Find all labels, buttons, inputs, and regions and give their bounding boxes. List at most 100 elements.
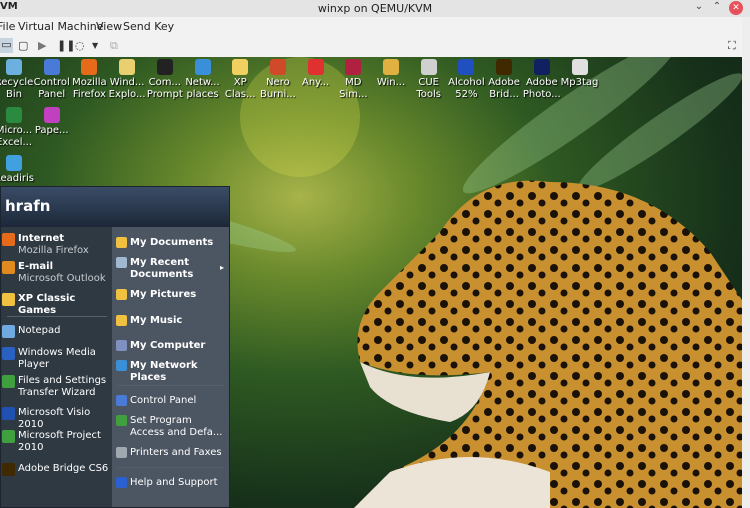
start-place-item[interactable]: Control Panel: [116, 395, 228, 407]
power-icon[interactable]: ◌: [75, 39, 85, 52]
item-label: Adobe Bridge CS6: [18, 463, 109, 474]
desktop-icon-image: [119, 59, 136, 75]
title-bar: VM winxp on QEMU/KVM ⌄ ⌃ ✕: [0, 0, 750, 17]
maximize-button[interactable]: ⌃: [710, 1, 724, 12]
desktop-icon-image: [6, 155, 22, 171]
menu-view[interactable]: View: [96, 20, 122, 33]
submenu-arrow-icon: ▸: [219, 263, 224, 272]
item-label: Places: [130, 372, 167, 383]
place-icon: [116, 477, 127, 488]
start-place-item[interactable]: My Music: [116, 315, 228, 327]
start-place-item[interactable]: Printers and Faxes: [116, 447, 228, 459]
desktop-icon-label: 52%: [455, 89, 478, 100]
start-pinned-item[interactable]: XP Classic Games: [2, 293, 110, 317]
desktop-icon[interactable]: Alcohol 52%: [446, 59, 486, 101]
fullscreen-icon[interactable]: ⛶: [728, 39, 736, 53]
vm-display[interactable]: RecycleBinControlPanelMozillaFirefoxWind…: [0, 57, 742, 508]
start-menu-programs: Internet Mozilla Firefox E-mail Microsoft O…: [1, 227, 112, 507]
start-recent-item[interactable]: Windows Media Player: [2, 347, 110, 371]
play-icon[interactable]: ▶: [38, 39, 46, 52]
desktop-icon[interactable]: Readiris: [0, 155, 34, 185]
start-place-item[interactable]: My Pictures: [116, 289, 228, 301]
menu-file[interactable]: File: [0, 20, 15, 33]
start-place-item[interactable]: Help and Support: [116, 477, 228, 489]
desktop-icon-image: [307, 59, 324, 75]
desktop-icon[interactable]: Wind... Explo...: [107, 59, 147, 101]
desktop-icon[interactable]: RecycleBin: [0, 59, 34, 101]
start-recent-item[interactable]: Files and Settings Transfer Wizard: [2, 375, 110, 399]
desktop-icon[interactable]: Adobe Photo...: [522, 59, 562, 101]
start-pinned-item[interactable]: Internet Mozilla Firefox: [2, 233, 110, 257]
item-label: Microsoft Visio 2010: [18, 407, 91, 430]
item-label: My Pictures: [130, 289, 197, 300]
place-icon: [116, 257, 127, 268]
desktop-icon[interactable]: Pape...: [32, 107, 72, 137]
start-recent-item[interactable]: Adobe Bridge CS6: [2, 463, 110, 476]
place-icon: [116, 360, 127, 371]
start-place-item[interactable]: My Network Places: [116, 360, 228, 384]
desktop-icon-label: Bin: [6, 89, 22, 100]
menu-send-key[interactable]: Send Key: [123, 20, 174, 33]
desktop-icon-label: Netw...: [185, 77, 220, 88]
desktop-icon[interactable]: Com... Prompt: [145, 59, 185, 101]
desktop-icon-label: Nero: [266, 77, 290, 88]
program-icon: [2, 233, 15, 246]
desktop-icon[interactable]: Any...: [296, 59, 336, 89]
desktop-icon-label: Micro...: [0, 125, 33, 136]
snapshot-icon[interactable]: ⧉: [110, 39, 118, 53]
start-place-item[interactable]: Set Program Access and Defa...: [116, 415, 228, 439]
desktop-icon-label: Brid...: [489, 89, 519, 100]
item-label: My Network: [130, 360, 198, 371]
dropdown-icon[interactable]: ▼: [92, 41, 98, 50]
item-label: My Documents: [130, 237, 214, 248]
desktop-icon-label: CUE: [418, 77, 439, 88]
desktop-icon-image: [81, 59, 98, 75]
desktop-icon[interactable]: Control Panel: [32, 59, 72, 101]
program-icon: [2, 325, 15, 338]
close-button[interactable]: ✕: [729, 1, 743, 15]
desktop-icon-image: [232, 59, 249, 75]
item-label: My Computer: [130, 340, 206, 351]
item-label: Control Panel: [130, 395, 197, 406]
desktop-icon[interactable]: Mozilla Firefox: [69, 59, 109, 101]
start-place-item[interactable]: My Computer: [116, 340, 228, 352]
desktop-icon-image: [533, 59, 550, 75]
item-label: Printers and Faxes: [130, 447, 222, 458]
item-label: Help and Support: [130, 477, 218, 488]
desktop-icon[interactable]: CUE Tools: [409, 59, 449, 101]
desktop-icon[interactable]: Micro...Excel...: [0, 107, 34, 149]
desktop-icon-label: Excel...: [0, 137, 33, 148]
menu-virtual-machine[interactable]: Virtual Machine: [18, 20, 104, 33]
desktop-icon-image: [194, 59, 211, 75]
minimize-button[interactable]: ⌄: [692, 1, 706, 12]
desktop-icon[interactable]: Mp3tag: [560, 59, 600, 89]
desktop-icon-label: places: [186, 89, 219, 100]
desktop-icon[interactable]: XP Clas...: [220, 59, 260, 101]
console-icon[interactable]: ▭: [0, 38, 13, 53]
desktop-icon[interactable]: Adobe Brid...: [484, 59, 524, 101]
desktop-icon[interactable]: Netw... places: [183, 59, 223, 101]
details-icon[interactable]: ▢: [18, 39, 28, 52]
pause-icon[interactable]: ❚❚: [57, 39, 75, 52]
program-icon: [2, 293, 15, 306]
start-recent-item[interactable]: Microsoft Project 2010: [2, 430, 110, 454]
start-recent-item[interactable]: Notepad: [2, 325, 110, 338]
program-icon: [2, 430, 15, 443]
divider: [118, 467, 224, 468]
place-icon: [116, 315, 127, 326]
desktop-icon[interactable]: Nero Burni...: [258, 59, 298, 101]
desktop-icon[interactable]: MD Sim...: [333, 59, 373, 101]
item-title: XP Classic Games: [18, 293, 76, 316]
desktop-icon-image: [6, 107, 22, 123]
menu-bar: File Virtual Machine View Send Key: [0, 17, 742, 36]
item-label: Files and Settings: [18, 375, 107, 386]
start-recent-item[interactable]: Microsoft Visio 2010: [2, 407, 110, 431]
start-place-item[interactable]: My Recent Documents ▸: [116, 257, 228, 281]
desktop-icon[interactable]: Win...: [371, 59, 411, 89]
item-title: E-mail: [18, 261, 54, 272]
start-place-item[interactable]: My Documents: [116, 237, 228, 249]
desktop-icon-label: Firefox: [72, 89, 106, 100]
place-icon: [116, 415, 127, 426]
start-pinned-item[interactable]: E-mail Microsoft Outlook: [2, 261, 110, 285]
desktop-icon-label: Sim...: [339, 89, 368, 100]
